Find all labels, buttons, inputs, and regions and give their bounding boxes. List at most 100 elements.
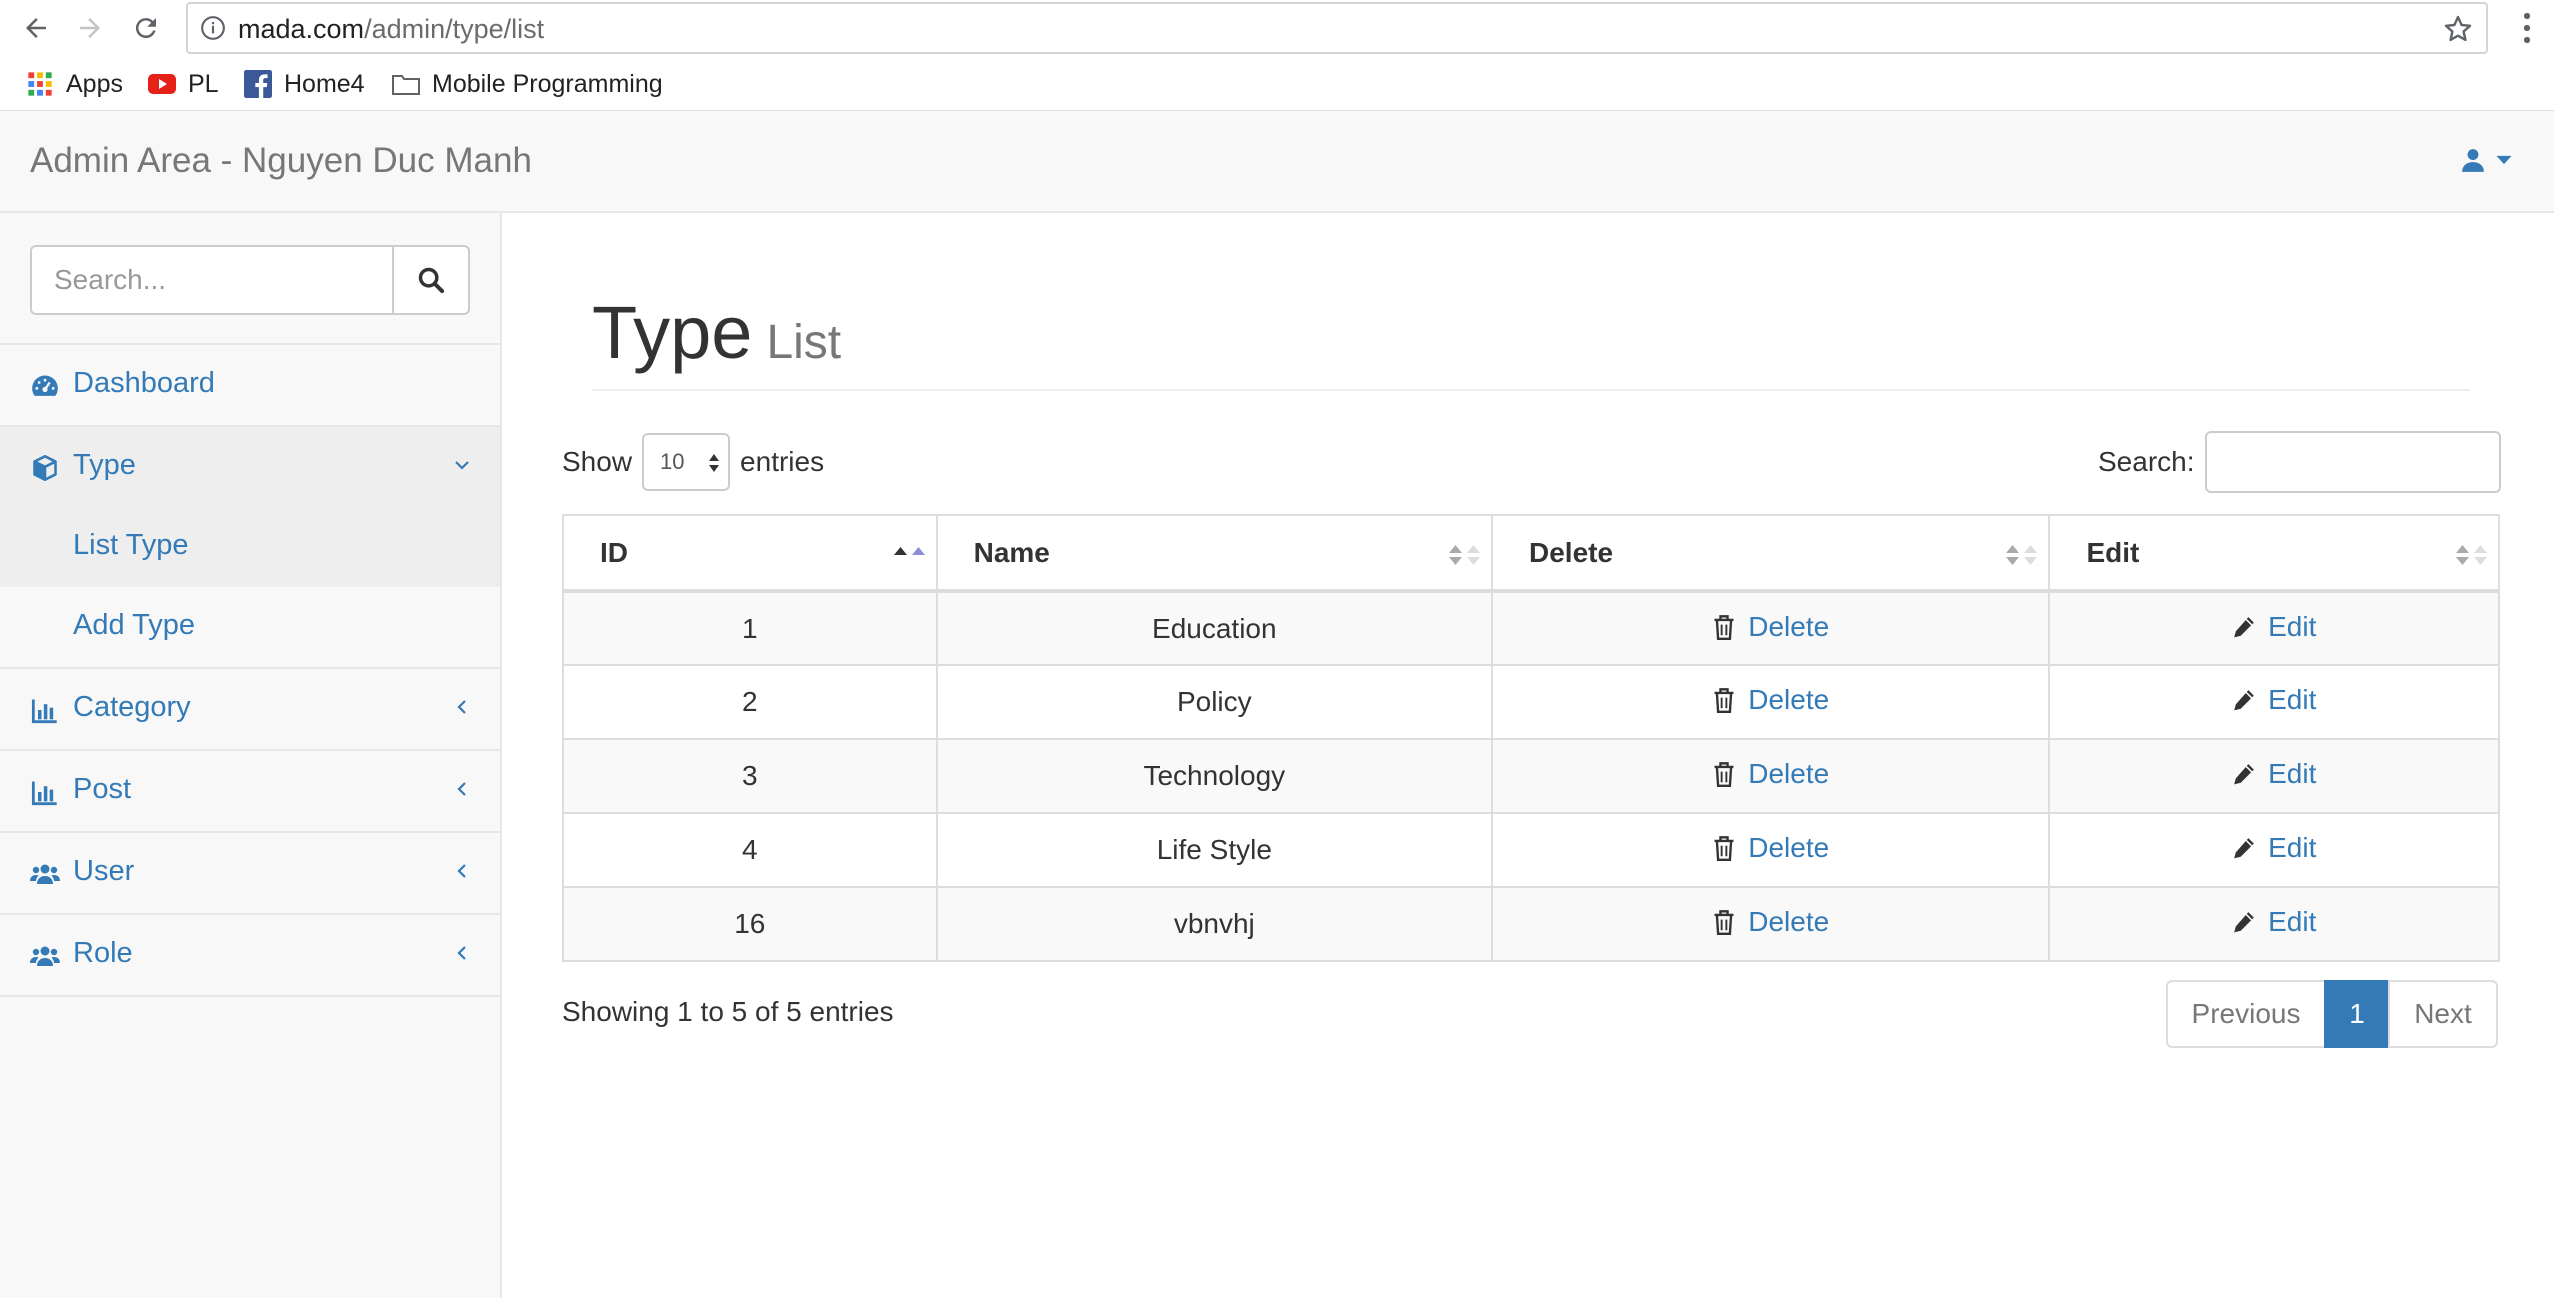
delete-link[interactable]: Delete [1712,611,1829,643]
table-info: Showing 1 to 5 of 5 entries [562,996,894,1027]
chevron-left-icon [457,700,466,714]
sidebar-subitem-label: List Type [73,529,189,561]
previous-page-button[interactable]: Previous [2166,980,2326,1048]
table-length-control: Show 10 entries [562,432,824,492]
browser-menu-icon[interactable] [2512,10,2542,46]
table-row: 4 Life Style Delete Edit [562,812,2500,888]
select-arrows-icon [709,454,720,472]
cell-id: 1 [562,590,938,666]
pencil-icon [2234,912,2254,933]
sort-both-icon [1449,545,1481,565]
cell-name: Education [935,590,1494,666]
column-header-label: ID [600,536,628,568]
info-icon[interactable] [200,15,226,41]
brand-title[interactable]: Admin Area - Nguyen Duc Manh [30,141,532,181]
cell-edit: Edit [2048,812,2500,888]
sidebar-item-user[interactable]: User [0,833,500,913]
delete-link[interactable]: Delete [1712,684,1829,716]
sidebar-item-label: Role [73,937,133,969]
cell-name: Life Style [935,812,1494,888]
page-1-button[interactable]: 1 [2324,980,2390,1048]
forward-arrow-icon[interactable] [70,8,110,48]
table-header-row: ID Name Delete Edit [562,514,2500,593]
next-page-button[interactable]: Next [2388,980,2498,1048]
table-row: 16 vbnvhj Delete Edit [562,886,2500,962]
dashboard-icon [32,375,58,396]
column-header-label: Edit [2086,536,2140,568]
delete-label: Delete [1748,684,1830,715]
column-header-label: Delete [1529,536,1614,568]
sidebar-item-label: Type [73,449,136,481]
bookmark-mobile-programming[interactable]: Mobile Programming [392,66,663,102]
edit-link[interactable]: Edit [2232,611,2316,643]
apps-grid-icon [26,70,54,98]
pencil-icon [2234,690,2254,711]
sidebar-search-input[interactable] [30,245,394,315]
sidebar-item-post[interactable]: Post [0,751,500,831]
sidebar-subitem-list-type[interactable]: List Type [0,507,500,587]
table-row: 2 Policy Delete Edit [562,664,2500,740]
cell-delete: Delete [1491,664,2051,740]
chevron-left-icon [457,864,466,878]
table-search-label: Search: [2098,446,2195,477]
cell-name: Policy [935,664,1494,740]
sort-ascending-icon [893,547,925,555]
sidebar-item-type[interactable]: Type [0,427,500,507]
trash-icon [1714,910,1734,935]
trash-icon [1714,688,1734,713]
cell-edit: Edit [2048,664,2500,740]
bookmark-pl[interactable]: PL [148,66,219,102]
page-title-sub: List [766,316,842,369]
sidebar-search-button[interactable] [392,245,470,315]
column-header-edit[interactable]: Edit [2048,514,2500,593]
delete-link[interactable]: Delete [1712,758,1829,790]
user-icon [2462,149,2484,172]
cell-edit: Edit [2048,738,2500,814]
delete-link[interactable]: Delete [1712,832,1829,864]
sidebar-item-role[interactable]: Role [0,915,500,995]
sort-both-icon [2006,545,2038,565]
bookmark-label: PL [188,69,219,98]
edit-link[interactable]: Edit [2232,832,2316,864]
show-label: Show [562,446,633,477]
chevron-left-icon [457,946,466,960]
edit-label: Edit [2268,758,2317,789]
sidebar-subitem-add-type[interactable]: Add Type [0,587,500,667]
sidebar-item-label: Post [73,773,132,805]
column-header-id[interactable]: ID [562,514,938,593]
bookmark-star-icon[interactable] [2442,13,2474,45]
bookmark-apps[interactable]: Apps [26,66,123,102]
cell-id: 2 [562,664,938,740]
delete-label: Delete [1748,758,1830,789]
edit-link[interactable]: Edit [2232,906,2316,938]
trash-icon [1714,836,1734,861]
url-text[interactable]: mada.com/admin/type/list [238,14,544,45]
cell-name: Technology [935,738,1494,814]
entries-label: entries [740,446,825,477]
table-filter: Search: [2098,431,2501,493]
back-arrow-icon[interactable] [16,8,56,48]
sidebar-item-dashboard[interactable]: Dashboard [0,345,500,425]
users-icon [30,864,60,884]
edit-link[interactable]: Edit [2232,758,2316,790]
address-bar[interactable]: mada.com/admin/type/list [186,2,2488,54]
sidebar-item-category[interactable]: Category [0,669,500,749]
sidebar-item-label: Dashboard [73,367,215,399]
reload-icon[interactable] [126,8,166,48]
pencil-icon [2234,838,2254,859]
delete-link[interactable]: Delete [1712,906,1829,938]
cube-icon [33,455,57,481]
bookmark-home4[interactable]: Home4 [244,66,365,102]
column-header-delete[interactable]: Delete [1491,514,2051,593]
cell-id: 3 [562,738,938,814]
facebook-icon [244,70,272,98]
users-icon [30,946,60,966]
column-header-name[interactable]: Name [935,514,1494,593]
table-search-input[interactable] [2204,431,2501,493]
edit-link[interactable]: Edit [2232,684,2316,716]
user-menu-toggle[interactable] [2460,147,2514,173]
table-row: 1 Education Delete Edit [562,590,2500,666]
edit-label: Edit [2268,906,2317,937]
column-header-label: Name [973,536,1050,568]
entries-per-page-select[interactable]: 10 [642,433,731,491]
